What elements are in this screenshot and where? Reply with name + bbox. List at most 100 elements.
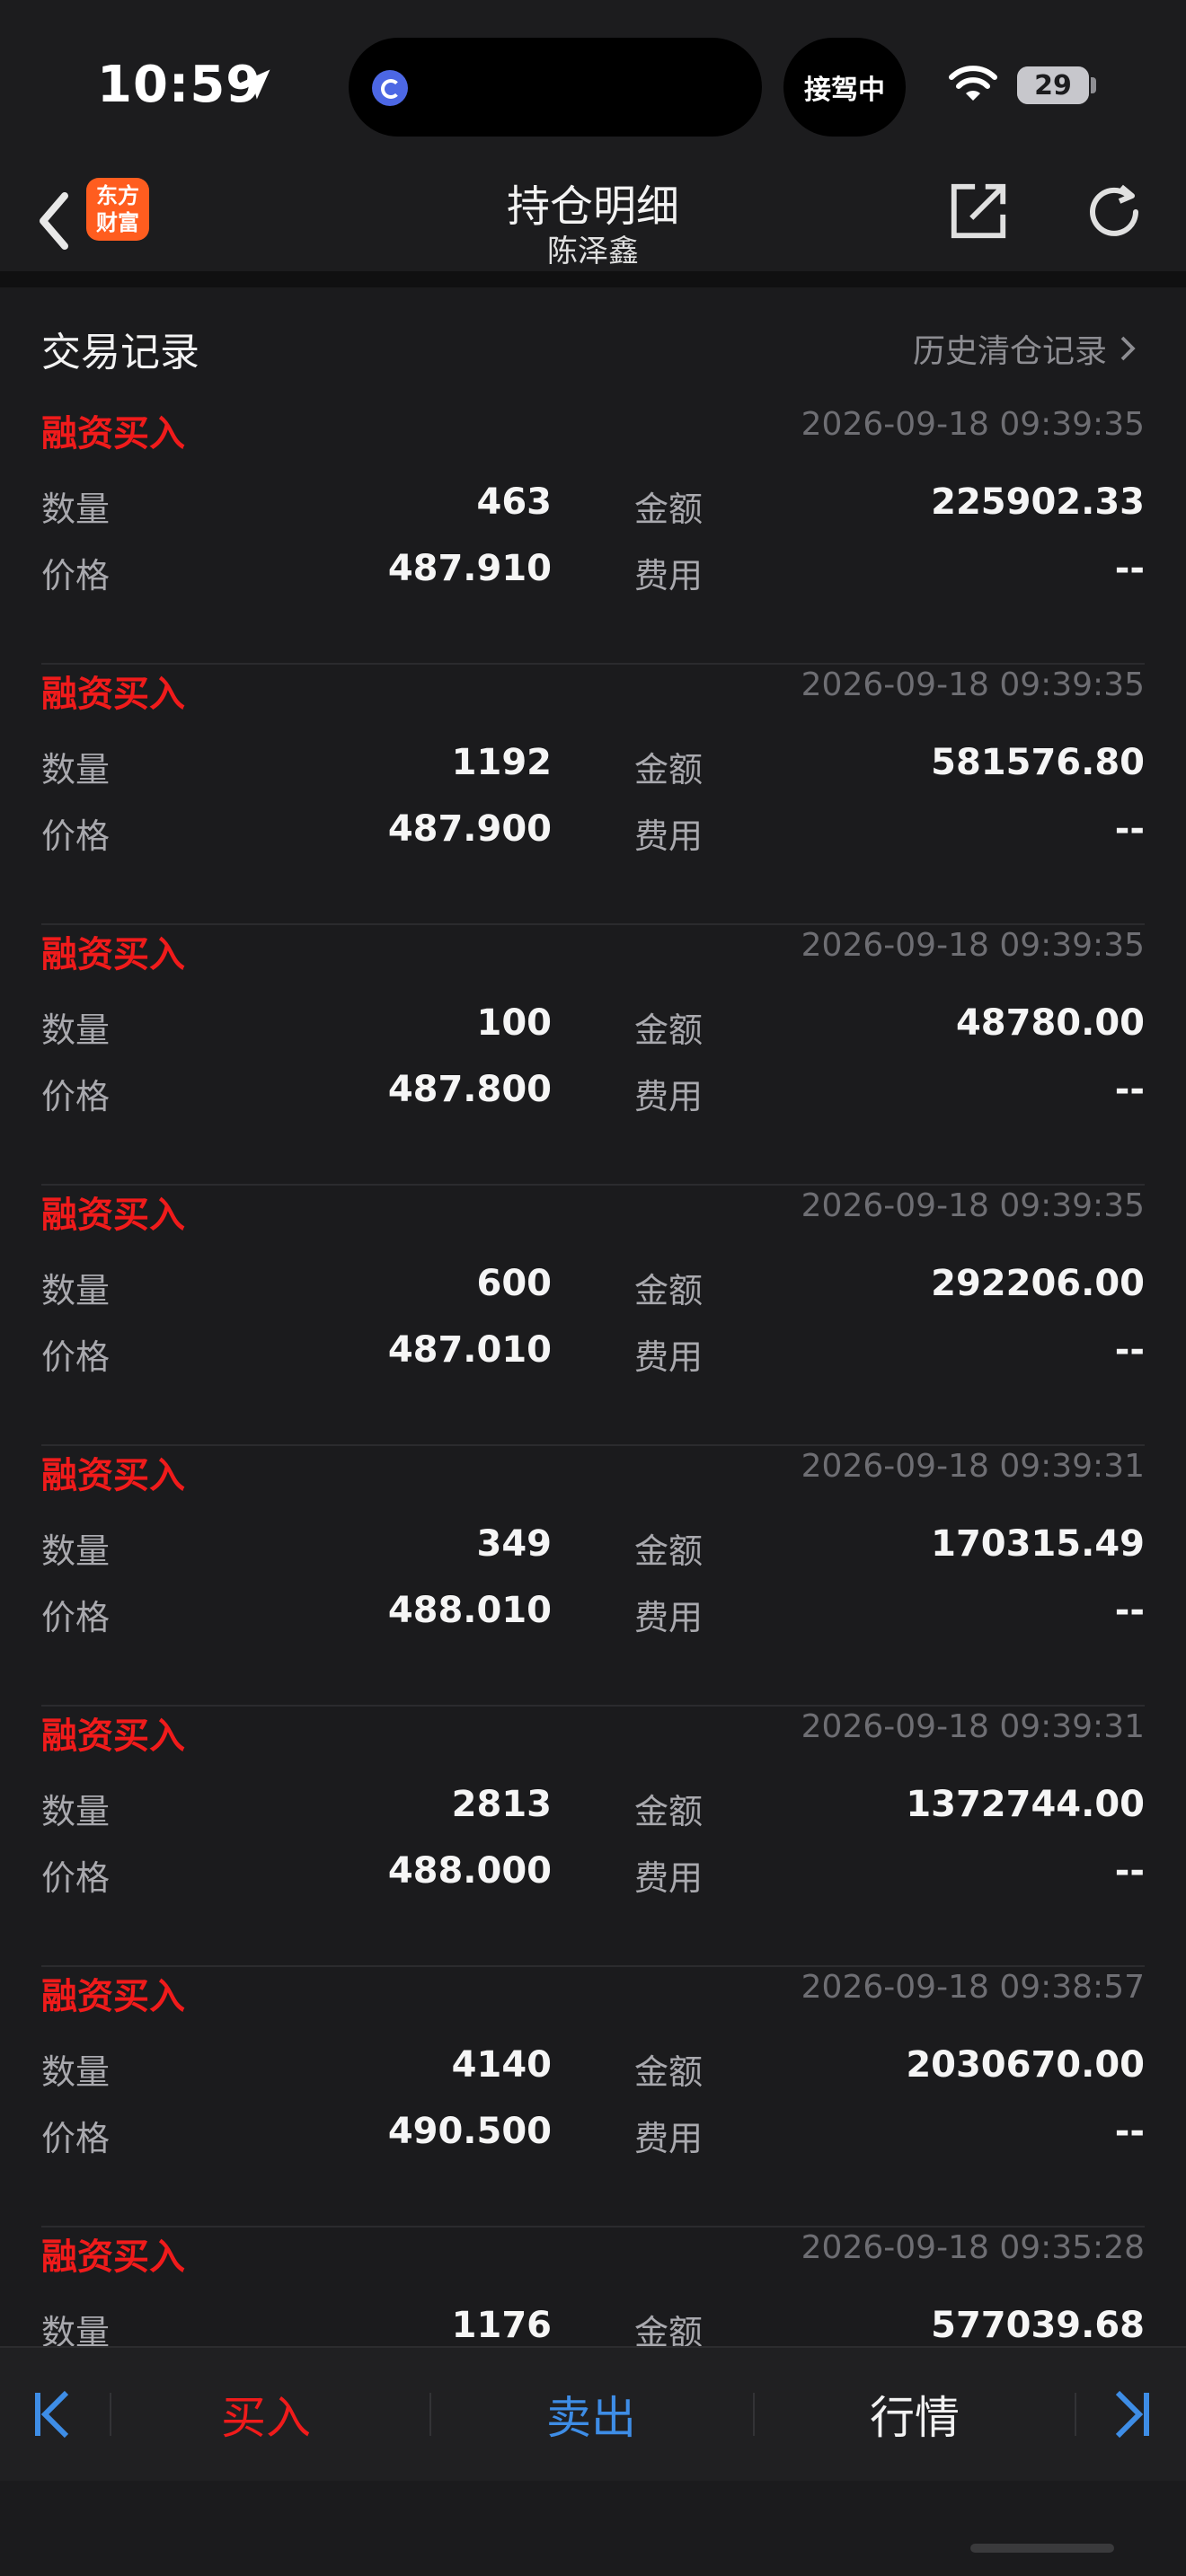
record-row-qty: 数量 1192 金额 581576.80 <box>41 742 1145 796</box>
fee-value: -- <box>1114 1590 1145 1631</box>
price-value: 487.910 <box>387 548 552 589</box>
history-clearance-link[interactable]: 历史清仓记录 <box>913 325 1136 372</box>
fee-label: 费用 <box>634 2119 704 2158</box>
record-row-qty: 数量 349 金额 170315.49 <box>41 1523 1145 1577</box>
ride-status-pill[interactable]: 接驾中 <box>783 38 906 137</box>
price-value: 487.900 <box>387 808 552 850</box>
trade-time: 2026-09-18 09:39:31 <box>801 1448 1145 1485</box>
price-label: 价格 <box>41 1337 111 1377</box>
trade-time: 2026-09-18 09:39:31 <box>801 1708 1145 1745</box>
trade-record[interactable]: 融资买入 2026-09-18 09:39:31 数量 349 金额 17031… <box>41 1446 1145 1707</box>
trade-type: 融资买入 <box>41 2236 185 2278</box>
trade-time: 2026-09-18 09:38:57 <box>801 1969 1145 2006</box>
amount-value: 48780.00 <box>955 1002 1145 1044</box>
fee-value: -- <box>1114 1069 1145 1110</box>
price-value: 488.010 <box>387 1590 552 1631</box>
trade-record[interactable]: 融资买入 2026-09-18 09:39:31 数量 2813 金额 1372… <box>41 1707 1145 1967</box>
sell-button[interactable]: 卖出 <box>456 2382 726 2447</box>
qty-label: 数量 <box>41 750 111 790</box>
buy-button[interactable]: 买入 <box>131 2382 401 2447</box>
section-header: 交易记录 历史清仓记录 <box>0 287 1186 404</box>
quote-button[interactable]: 行情 <box>780 2382 1049 2447</box>
record-row-qty: 数量 100 金额 48780.00 <box>41 1002 1145 1056</box>
amount-value: 225902.33 <box>931 481 1145 523</box>
amount-value: 2030670.00 <box>906 2044 1145 2086</box>
record-row-price: 价格 487.010 费用 -- <box>41 1329 1145 1383</box>
qty-value: 1176 <box>451 2305 552 2346</box>
trade-type: 融资买入 <box>41 1976 185 2017</box>
amount-label: 金额 <box>634 1531 704 1571</box>
amount-label: 金额 <box>634 1271 704 1310</box>
last-page-icon[interactable] <box>1112 2387 1152 2441</box>
trade-record[interactable]: 融资买入 2026-09-18 09:39:35 数量 463 金额 22590… <box>41 404 1145 665</box>
record-row-qty: 数量 463 金额 225902.33 <box>41 481 1145 535</box>
qty-value: 349 <box>476 1523 553 1565</box>
amount-label: 金额 <box>634 750 704 790</box>
wifi-icon <box>949 66 997 101</box>
nav-bar: 东方 财富 持仓明细 陈泽鑫 <box>0 171 1186 271</box>
fee-value: -- <box>1114 2111 1145 2152</box>
trade-record[interactable]: 融资买入 2026-09-18 09:39:35 数量 1192 金额 5815… <box>41 665 1145 925</box>
fee-label: 费用 <box>634 1337 704 1377</box>
qty-value: 4140 <box>451 2044 552 2086</box>
section-title: 交易记录 <box>41 330 199 375</box>
trade-type: 融资买入 <box>41 1195 185 1236</box>
fee-label: 费用 <box>634 1077 704 1116</box>
amount-label: 金额 <box>634 1010 704 1050</box>
qty-label: 数量 <box>41 490 111 529</box>
record-row-price: 价格 487.910 费用 -- <box>41 548 1145 602</box>
trade-type: 融资买入 <box>41 934 185 975</box>
price-label: 价格 <box>41 1077 111 1116</box>
trade-type: 融资买入 <box>41 1716 185 1757</box>
trade-record[interactable]: 融资买入 2026-09-18 09:39:35 数量 100 金额 48780… <box>41 925 1145 1186</box>
trade-time: 2026-09-18 09:39:35 <box>801 927 1145 964</box>
qty-label: 数量 <box>41 1271 111 1310</box>
first-page-icon[interactable] <box>32 2387 72 2441</box>
qty-label: 数量 <box>41 2313 111 2346</box>
price-label: 价格 <box>41 2119 111 2158</box>
toolbar-separator <box>429 2393 431 2436</box>
price-label: 价格 <box>41 1598 111 1637</box>
share-icon[interactable] <box>947 180 1010 243</box>
dynamic-island[interactable] <box>349 38 762 137</box>
status-bar: 10:59 接驾中 29 <box>0 0 1186 171</box>
battery-level: 29 <box>1034 69 1072 101</box>
trade-type: 融资买入 <box>41 1455 185 1496</box>
record-row-qty: 数量 600 金额 292206.00 <box>41 1263 1145 1317</box>
amount-value: 1372744.00 <box>906 1784 1145 1825</box>
trade-time: 2026-09-18 09:39:35 <box>801 666 1145 703</box>
qty-value: 100 <box>476 1002 553 1044</box>
price-value: 488.000 <box>387 1850 552 1892</box>
navigation-app-icon <box>372 70 408 106</box>
home-area <box>0 2481 1186 2576</box>
header-divider <box>0 271 1186 287</box>
record-row-qty: 数量 2813 金额 1372744.00 <box>41 1784 1145 1838</box>
amount-label: 金额 <box>634 2313 704 2346</box>
refresh-icon[interactable] <box>1082 180 1146 244</box>
trade-time: 2026-09-18 09:39:35 <box>801 1187 1145 1224</box>
location-arrow-icon <box>240 69 270 100</box>
toolbar-separator <box>1075 2393 1076 2436</box>
amount-label: 金额 <box>634 2052 704 2092</box>
price-value: 487.010 <box>387 1329 552 1371</box>
trade-record[interactable]: 融资买入 2026-09-18 09:38:57 数量 4140 金额 2030… <box>41 1967 1145 2228</box>
qty-label: 数量 <box>41 2052 111 2092</box>
chevron-right-icon <box>1120 336 1136 361</box>
record-row-price: 价格 487.800 费用 -- <box>41 1069 1145 1123</box>
trade-record[interactable]: 融资买入 2026-09-18 09:39:35 数量 600 金额 29220… <box>41 1186 1145 1446</box>
trade-time: 2026-09-18 09:35:28 <box>801 2229 1145 2266</box>
price-value: 487.800 <box>387 1069 552 1110</box>
qty-value: 1192 <box>451 742 552 783</box>
trade-type: 融资买入 <box>41 674 185 715</box>
fee-label: 费用 <box>634 1598 704 1637</box>
fee-label: 费用 <box>634 816 704 856</box>
trade-records-list[interactable]: 交易记录 历史清仓记录 融资买入 2026-09-18 09:39:35 数量 … <box>0 287 1186 2346</box>
qty-label: 数量 <box>41 1531 111 1571</box>
record-row-price: 价格 490.500 费用 -- <box>41 2111 1145 2165</box>
trade-record[interactable]: 融资买入 2026-09-18 09:35:28 数量 1176 金额 5770… <box>41 2228 1145 2346</box>
home-indicator[interactable] <box>970 2544 1114 2553</box>
toolbar-separator <box>753 2393 755 2436</box>
record-row-qty: 数量 4140 金额 2030670.00 <box>41 2044 1145 2098</box>
fee-value: -- <box>1114 1329 1145 1371</box>
battery-indicator: 29 <box>1017 66 1089 104</box>
